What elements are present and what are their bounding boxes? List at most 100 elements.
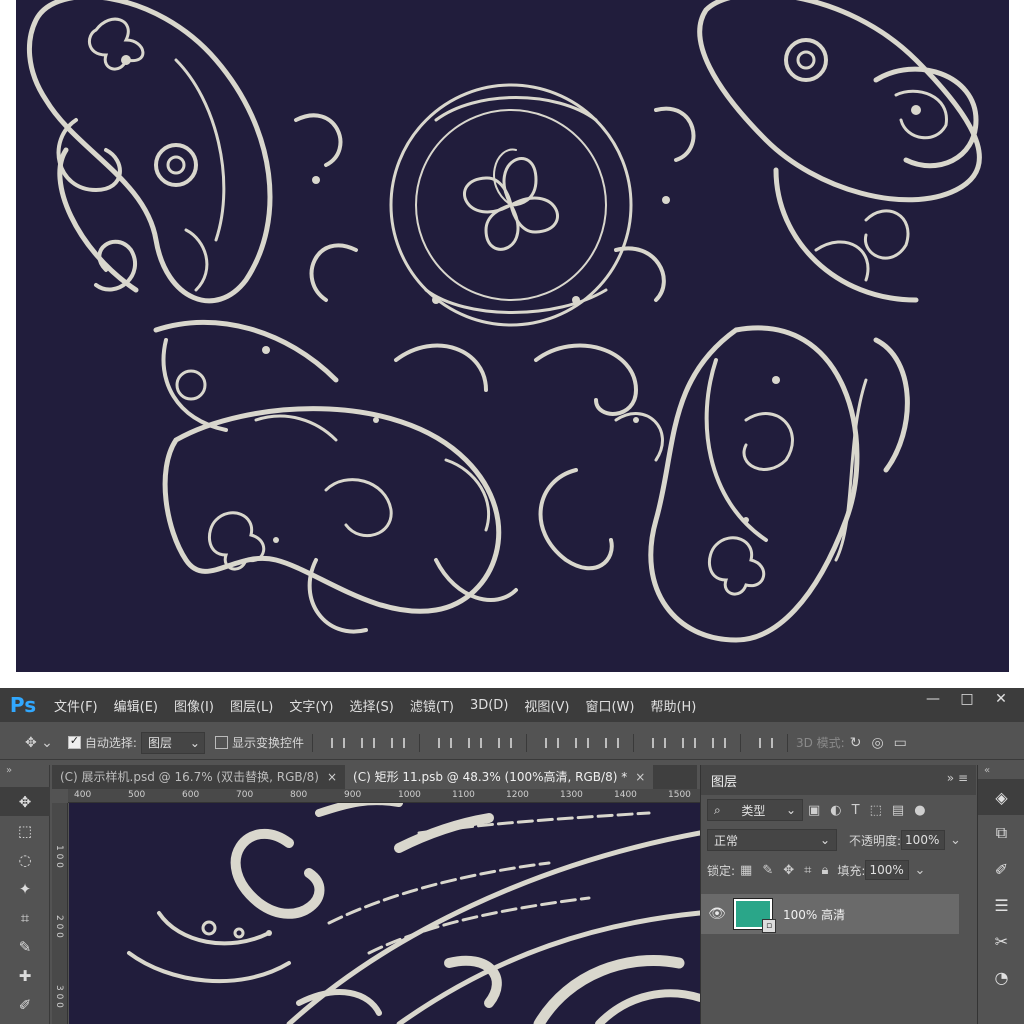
panel-collapse-icon[interactable]: » — [0, 765, 49, 787]
ruler-tick-label: 700 — [236, 790, 254, 800]
menu-help[interactable]: 帮助(H) — [642, 696, 704, 715]
filter-smart-object-icon[interactable]: ▤ — [892, 803, 904, 818]
brush-tool-icon[interactable]: ✐ — [0, 990, 50, 1019]
layer-filter-dropdown[interactable]: ⌕ 类型 ⌄ — [707, 799, 803, 821]
menu-layer[interactable]: 图层(L) — [222, 696, 281, 715]
blend-row: 正常 ⌄ 不透明度: 100% ⌄ — [701, 825, 976, 855]
align-left-icon[interactable] — [436, 736, 452, 750]
chevron-down-icon[interactable]: ⌄ — [950, 833, 961, 848]
align-bottom-icon[interactable] — [389, 736, 405, 750]
layers-icon[interactable]: ◈ — [978, 779, 1024, 815]
vertical-ruler[interactable]: 1 0 0 2 0 0 3 0 0 — [52, 803, 68, 1024]
ruler-tick-label: 900 — [344, 790, 362, 800]
move-tool-icon[interactable]: ✥ — [0, 787, 50, 816]
chevron-down-icon[interactable]: ⌄ — [914, 863, 925, 878]
distribute-bottom-icon[interactable] — [603, 736, 619, 750]
right-dock: « ◈ ⧉ ✐ ☰ ✂ ◔ — [977, 765, 1024, 1024]
document-canvas[interactable] — [69, 803, 700, 1024]
filter-pixel-icon[interactable]: ▣ — [808, 803, 820, 818]
layer-row[interactable]: 👁︎ ▫ 100% 高清 — [701, 894, 959, 934]
adjustments-icon[interactable]: ☰ — [978, 887, 1024, 923]
3d-rotate-icon[interactable]: ↻ — [850, 735, 862, 751]
distribute-hcenter-icon[interactable] — [680, 736, 696, 750]
ruler-tick-label: 1200 — [506, 790, 529, 800]
tab-mockup[interactable]: (C) 展示样机.psd @ 16.7% (双击替换, RGB/8) × — [52, 765, 345, 789]
align-right-icon[interactable] — [496, 736, 512, 750]
menu-3d[interactable]: 3D(D) — [462, 698, 516, 713]
auto-select-checkbox[interactable] — [67, 734, 81, 749]
lock-all-icon[interactable]: 🔒︎ — [821, 863, 828, 878]
divider — [632, 733, 634, 752]
3d-roll-icon[interactable]: ◎ — [871, 735, 883, 751]
close-icon[interactable]: × — [327, 770, 337, 784]
lock-artboard-icon[interactable]: ⌗ — [804, 863, 811, 878]
layer-thumbnail: ▫ — [733, 898, 776, 933]
horizontal-ruler[interactable]: 400 500 600 700 800 900 1000 1100 1200 1… — [68, 789, 700, 803]
restore-button[interactable]: □ — [950, 688, 984, 712]
blend-mode-dropdown[interactable]: 正常 ⌄ — [707, 829, 837, 851]
ruler-tick-label: 400 — [74, 790, 92, 800]
eyedropper-tool-icon[interactable]: ✎ — [0, 932, 50, 961]
filter-toggle-icon[interactable]: ● — [914, 803, 925, 818]
filter-type-icon[interactable]: T — [852, 803, 860, 818]
menu-filter[interactable]: 滤镜(T) — [402, 696, 462, 715]
ruler-tick-label: 800 — [290, 790, 308, 800]
magic-wand-tool-icon[interactable]: ✦ — [0, 874, 50, 903]
layer-filter-value: 类型 — [741, 803, 766, 818]
document-tabs: (C) 展示样机.psd @ 16.7% (双击替换, RGB/8) × (C) … — [52, 765, 697, 789]
menu-select[interactable]: 选择(S) — [341, 696, 401, 715]
menu-view[interactable]: 视图(V) — [516, 696, 577, 715]
minimize-button[interactable]: — — [916, 688, 950, 712]
show-transform-checkbox[interactable] — [214, 736, 228, 749]
ruler-tick-label: 3 0 0 — [54, 985, 64, 1008]
opacity-input[interactable]: 100% — [901, 830, 946, 850]
visibility-eye-icon[interactable]: 👁︎ — [701, 906, 733, 922]
distribute-vcenter-icon[interactable] — [573, 736, 589, 750]
dock-collapse-icon[interactable]: « — [978, 765, 1024, 779]
filter-shape-icon[interactable]: ⬚ — [870, 803, 882, 818]
menu-image[interactable]: 图像(I) — [166, 696, 222, 715]
menu-edit[interactable]: 编辑(E) — [106, 696, 166, 715]
menu-type[interactable]: 文字(Y) — [281, 696, 341, 715]
brush-settings-icon[interactable]: ✐ — [978, 851, 1024, 887]
fill-input[interactable]: 100% — [865, 860, 910, 880]
crop-tool-icon[interactable]: ⌗ — [0, 903, 50, 932]
tab-rectangle[interactable]: (C) 矩形 11.psb @ 48.3% (100%高清, RGB/8) * × — [345, 765, 654, 789]
history-icon[interactable]: ⧉ — [978, 815, 1024, 851]
align-vcenter-icon[interactable] — [359, 736, 375, 750]
tools-icon[interactable]: ✂ — [978, 923, 1024, 959]
lock-pixels-icon[interactable]: ✎ — [762, 863, 773, 878]
layer-name[interactable]: 100% 高清 — [783, 906, 845, 923]
align-top-icon[interactable] — [329, 736, 345, 750]
lasso-tool-icon[interactable]: ◌ — [0, 845, 50, 874]
divider — [525, 733, 527, 752]
ruler-tick-label: 1000 — [398, 790, 421, 800]
close-button[interactable]: ✕ — [984, 688, 1018, 712]
marquee-tool-icon[interactable]: ⬚ — [0, 816, 50, 845]
distribute-top-icon[interactable] — [543, 736, 559, 750]
3d-pan-icon[interactable]: ▭ — [894, 735, 907, 751]
layers-panel: 图层 » ≡ ⌕ 类型 ⌄ ▣ ◐ T ⬚ ▤ ● 正常 ⌄ 不透明度: 100… — [700, 765, 976, 1024]
paisley-ornament-artwork — [26, 0, 982, 643]
layers-panel-title[interactable]: 图层 — [711, 771, 737, 790]
move-tool-preset-icon[interactable]: ✥ ⌄ — [25, 735, 53, 751]
healing-tool-icon[interactable]: ✚ — [0, 961, 50, 990]
filter-adjustment-icon[interactable]: ◐ — [830, 803, 841, 818]
auto-align-icon[interactable] — [757, 736, 773, 750]
distribute-right-icon[interactable] — [710, 736, 726, 750]
panel-menu-icon[interactable]: » ≡ — [947, 771, 968, 785]
auto-select-target-dropdown[interactable]: 图层 ⌄ — [140, 731, 205, 754]
menu-window[interactable]: 窗口(W) — [577, 696, 642, 715]
ruler-tick-label: 1100 — [452, 790, 475, 800]
menu-file[interactable]: 文件(F) — [46, 696, 106, 715]
distribute-left-icon[interactable] — [650, 736, 666, 750]
ruler-tick-label: 1400 — [614, 790, 637, 800]
align-hcenter-icon[interactable] — [466, 736, 482, 750]
lock-position-icon[interactable]: ✥ — [783, 863, 794, 878]
ruler-tick-label: 1300 — [560, 790, 583, 800]
close-icon[interactable]: × — [635, 770, 645, 784]
auto-select-target-value: 图层 — [147, 736, 172, 750]
properties-icon[interactable]: ◔ — [978, 959, 1024, 995]
photoshop-window: Ps 文件(F) 编辑(E) 图像(I) 图层(L) 文字(Y) 选择(S) 滤… — [0, 688, 1024, 1024]
lock-transparency-icon[interactable]: ▦ — [740, 863, 752, 878]
